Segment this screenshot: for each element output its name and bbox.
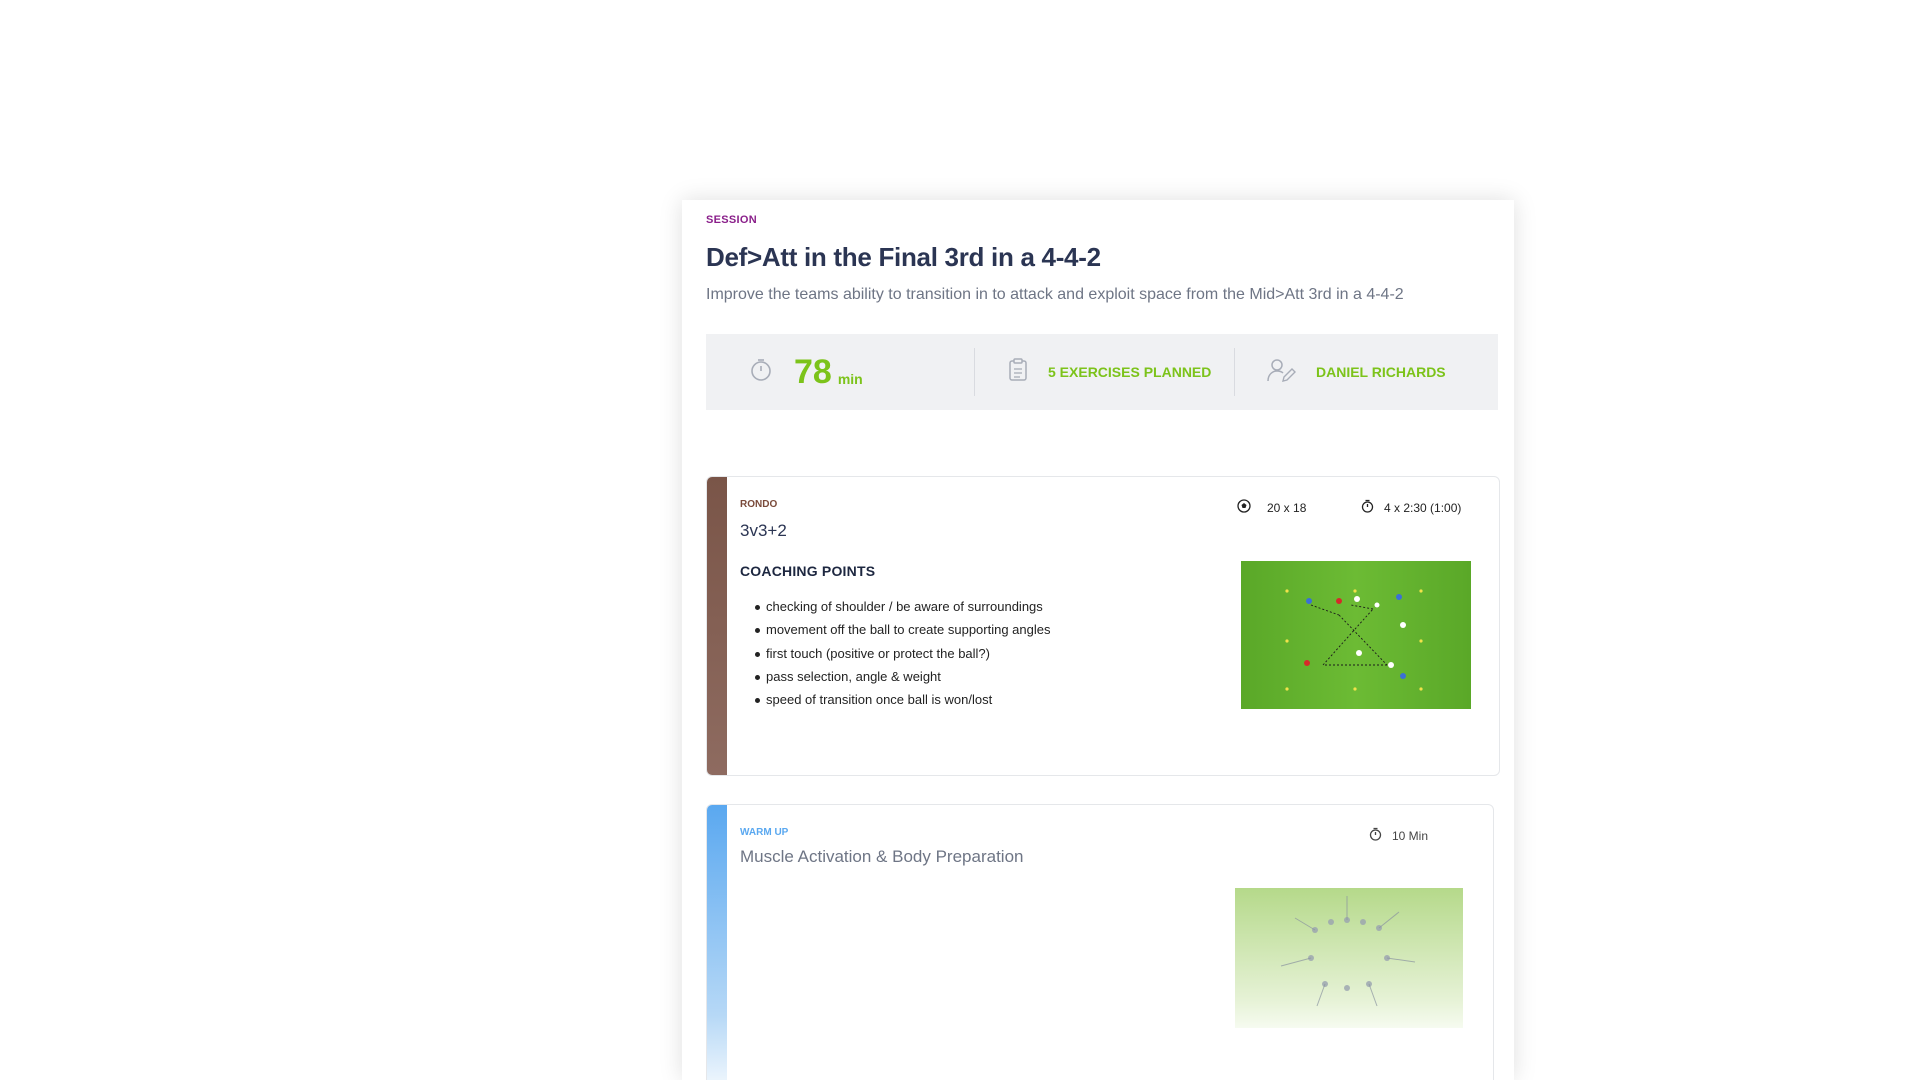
- drill-diagram-image[interactable]: [1235, 888, 1463, 1028]
- session-stats-panel: 78 min 5 EXERCISES PLANNED DANIEL RICHAR…: [706, 334, 1498, 410]
- timing-meta: 4 x 2:30 (1:00): [1361, 499, 1461, 516]
- duration-unit: min: [837, 371, 863, 387]
- stat-divider: [1234, 348, 1235, 396]
- pitch-size-meta: 20 x 18: [1237, 499, 1306, 516]
- exercises-count-label: 5 EXERCISES PLANNED: [1048, 364, 1212, 380]
- session-card: SESSION Def>Att in the Final 3rd in a 4-…: [682, 200, 1514, 1080]
- duration-value: 78: [794, 352, 832, 391]
- exercise-card-warm-up[interactable]: WARM UP Muscle Activation & Body Prepara…: [706, 804, 1494, 1080]
- coaching-points-list: checking of shoulder / be aware of surro…: [740, 595, 1051, 711]
- list-item: first touch (positive or protect the bal…: [740, 642, 1051, 665]
- user-edit-icon: [1266, 357, 1296, 388]
- exercises-stat: 5 EXERCISES PLANNED: [1008, 334, 1211, 410]
- list-item: speed of transition once ball is won/los…: [740, 688, 1051, 711]
- timing-meta: 10 Min: [1369, 827, 1428, 844]
- football-icon: [1237, 499, 1251, 516]
- exercise-color-bar: [707, 477, 727, 775]
- pitch-size: 20 x 18: [1267, 500, 1307, 515]
- session-description: Improve the teams ability to transition …: [706, 286, 1404, 303]
- list-item: movement off the ball to create supporti…: [740, 618, 1051, 641]
- exercise-category: RONDO: [740, 499, 778, 510]
- stopwatch-icon: [1369, 827, 1382, 844]
- exercise-name: 3v3+2: [740, 521, 787, 540]
- stopwatch-icon: [750, 358, 772, 387]
- exercise-timing: 4 x 2:30 (1:00): [1384, 500, 1462, 515]
- coaching-points-title: COACHING POINTS: [740, 563, 876, 579]
- exercise-card-rondo[interactable]: RONDO 3v3+2 20 x 18 4 x 2:30 (1:00) COAC…: [706, 476, 1500, 776]
- session-title: Def>Att in the Final 3rd in a 4-4-2: [706, 242, 1101, 272]
- list-item: checking of shoulder / be aware of surro…: [740, 595, 1051, 618]
- coach-name: DANIEL RICHARDS: [1316, 364, 1446, 380]
- exercise-timing: 10 Min: [1392, 828, 1429, 843]
- stopwatch-icon: [1361, 499, 1374, 516]
- drill-diagram-image[interactable]: [1241, 561, 1471, 709]
- exercise-name: Muscle Activation & Body Preparation: [740, 847, 1024, 866]
- duration-stat: 78 min: [750, 334, 863, 410]
- exercise-category: WARM UP: [740, 827, 789, 838]
- exercise-color-bar: [707, 805, 727, 1080]
- coach-stat: DANIEL RICHARDS: [1266, 334, 1446, 410]
- clipboard-icon: [1008, 357, 1028, 387]
- session-eyebrow: SESSION: [706, 214, 758, 226]
- list-item: pass selection, angle & weight: [740, 665, 1051, 688]
- stat-divider: [974, 348, 975, 396]
